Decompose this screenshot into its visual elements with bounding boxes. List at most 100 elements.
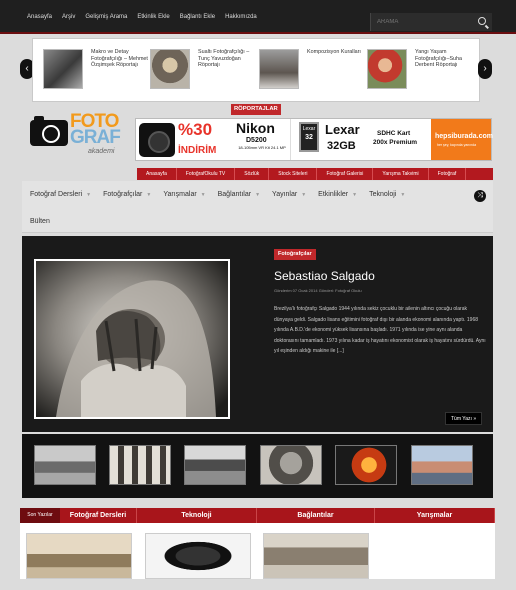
carousel-item-title: Yangı Yaşam Fotoğrafçılığı–Suha Derbent … bbox=[415, 49, 463, 69]
sd-card-icon: Lexar 32 bbox=[299, 122, 319, 152]
carousel-item[interactable]: Makro ve Detay Fotoğrafçılığı – Mehmet Ö… bbox=[43, 49, 153, 97]
ad-lexar-type: SDHC Kart bbox=[377, 130, 411, 137]
strip-thumbnail[interactable] bbox=[34, 445, 96, 485]
nav-newsletter[interactable]: Bülten bbox=[30, 218, 50, 225]
nav-label: Fotoğrafçılar bbox=[103, 191, 143, 198]
ad-discount-percent: %30 bbox=[178, 120, 213, 139]
chevron-down-icon: ▼ bbox=[86, 192, 92, 198]
section-label: RÖPORTAJLAR bbox=[231, 104, 281, 115]
sd-card-size: 32 bbox=[305, 134, 313, 141]
chevron-down-icon: ▼ bbox=[400, 192, 406, 198]
rednav-contest-calendar[interactable]: Yarışma Takvimi bbox=[373, 168, 429, 180]
read-more-button[interactable]: Tüm Yazı » bbox=[445, 412, 483, 425]
logo-wordmark: FOTO GRAF bbox=[70, 112, 121, 147]
nav-technology[interactable]: Teknoloji ▼ bbox=[369, 191, 405, 198]
rednav-tv[interactable]: FotoğrafOkulu TV bbox=[177, 168, 236, 180]
carousel-item[interactable]: Yangı Yaşam Fotoğrafçılığı–Suha Derbent … bbox=[367, 49, 477, 97]
ad-lexar-speed: 200x Premium bbox=[373, 139, 418, 146]
strip-thumbnail[interactable] bbox=[411, 445, 473, 485]
topnav-archive[interactable]: Arşiv bbox=[62, 14, 75, 20]
featured-photo bbox=[36, 261, 228, 417]
post-thumbnail[interactable] bbox=[263, 533, 369, 579]
topnav-advanced-search[interactable]: Gelişmiş Arama bbox=[85, 14, 127, 20]
interview-carousel: Makro ve Detay Fotoğrafçılığı – Mehmet Ö… bbox=[32, 38, 480, 102]
site-logo[interactable]: FOTO GRAF akademi bbox=[30, 112, 130, 162]
ad-lexar-size: 32GB bbox=[327, 140, 356, 152]
nav-label: Teknoloji bbox=[369, 191, 397, 198]
nav-label: Yarışmalar bbox=[163, 191, 197, 198]
carousel-item-title: Makro ve Detay Fotoğrafçılığı – Mehmet Ö… bbox=[91, 49, 148, 69]
carousel-item-title: Kompozisyon Kuralları bbox=[307, 49, 361, 55]
carousel-item-title: Sualtı Fotoğrafçılığı – Tunç Yavuzdoğan … bbox=[198, 49, 250, 69]
post-thumbnail[interactable] bbox=[26, 533, 132, 579]
rednav-stock-sites[interactable]: Stock Siteleri bbox=[269, 168, 318, 180]
featured-image[interactable] bbox=[34, 259, 230, 419]
featured-excerpt: Brezilya'lı fotoğrafçı Salgado 1944 yılı… bbox=[274, 306, 486, 354]
featured-article: Fotoğrafçılar Sebastiao Salgado Gönderim… bbox=[22, 236, 493, 432]
ad-shop-name: hepsiburada.com bbox=[435, 133, 493, 140]
rednav-photo[interactable]: Fotoğraf bbox=[429, 168, 467, 180]
search-box bbox=[370, 13, 492, 31]
category-tabs: Son Yazılar Fotoğraf Dersleri Teknoloji … bbox=[20, 508, 495, 523]
featured-thumbnail-strip bbox=[22, 434, 493, 498]
nav-photographers[interactable]: Fotoğrafçılar ▼ bbox=[103, 191, 151, 198]
nav-contests[interactable]: Yarışmalar ▼ bbox=[163, 191, 205, 198]
nav-links[interactable]: Bağlantılar ▼ bbox=[218, 191, 260, 198]
search-input[interactable] bbox=[371, 13, 471, 31]
carousel-thumbnail bbox=[43, 49, 83, 89]
top-nav: Anasayfa Arşiv Gelişmiş Arama Etkinlik E… bbox=[27, 14, 257, 20]
strip-thumbnail[interactable] bbox=[335, 445, 397, 485]
nav-publications[interactable]: Yayınlar ▼ bbox=[272, 191, 306, 198]
rednav-dictionary[interactable]: Sözlük bbox=[235, 168, 270, 180]
shuffle-icon[interactable]: ⤨ bbox=[474, 190, 486, 202]
tab-photo-lessons[interactable]: Fotoğraf Dersleri bbox=[60, 508, 137, 523]
tab-recent-posts[interactable]: Son Yazılar bbox=[20, 508, 60, 523]
search-icon[interactable] bbox=[478, 17, 486, 25]
ad-nikon-spec: 18-105mm VR Kit 24.1 MP bbox=[238, 145, 286, 150]
nav-label: Yayınlar bbox=[272, 191, 298, 198]
ad-shop[interactable]: hepsiburada.com her şey, kapında yanında bbox=[431, 119, 493, 160]
carousel-thumbnail bbox=[367, 49, 407, 89]
ad-lexar-brand: Lexar bbox=[325, 122, 360, 137]
ad-discount-label: İNDİRİM bbox=[178, 145, 217, 156]
ad-nikon[interactable]: %30 İNDİRİM Nikon D5200 18-105mm VR Kit … bbox=[136, 119, 291, 160]
chevron-down-icon: ▼ bbox=[200, 192, 206, 198]
topnav-about[interactable]: Hakkımızda bbox=[225, 14, 257, 20]
nav-label: Etkinlikler bbox=[318, 191, 349, 198]
ad-nikon-brand: Nikon bbox=[236, 120, 275, 136]
carousel-item[interactable]: Kompozisyon Kuralları bbox=[259, 49, 369, 97]
topnav-add-event[interactable]: Etkinlik Ekle bbox=[137, 14, 169, 20]
ad-banner[interactable]: %30 İNDİRİM Nikon D5200 18-105mm VR Kit … bbox=[135, 118, 493, 161]
ad-shop-tagline: her şey, kapında yanında bbox=[437, 143, 477, 147]
nav-label: Bağlantılar bbox=[217, 191, 252, 198]
main-nav: Fotoğraf Dersleri ▼ Fotoğrafçılar ▼ Yarışm… bbox=[22, 181, 493, 233]
carousel-thumbnail bbox=[259, 49, 299, 89]
strip-thumbnail[interactable] bbox=[109, 445, 171, 485]
dslr-camera-icon bbox=[139, 123, 175, 157]
nav-label: Fotoğraf Dersleri bbox=[30, 191, 83, 198]
rednav-home[interactable]: Anasayfa bbox=[137, 168, 177, 180]
secondary-nav: Anasayfa FotoğrafOkulu TV Sözlük Stock S… bbox=[137, 168, 493, 180]
tab-technology[interactable]: Teknoloji bbox=[137, 508, 257, 523]
featured-title[interactable]: Sebastiao Salgado bbox=[274, 269, 375, 283]
nav-events[interactable]: Etkinlikler ▼ bbox=[318, 191, 357, 198]
featured-meta: Gönderim 07 Ocak 2014 Gönderi: Fotoğraf … bbox=[274, 288, 362, 293]
rednav-gallery[interactable]: Fotoğraf Galerisi bbox=[317, 168, 374, 180]
topnav-add-link[interactable]: Bağlantı Ekle bbox=[180, 14, 215, 20]
camera-icon bbox=[30, 116, 68, 146]
top-bar: Anasayfa Arşiv Gelişmiş Arama Etkinlik E… bbox=[0, 0, 516, 34]
carousel-next-button[interactable]: › bbox=[478, 59, 492, 79]
strip-thumbnail[interactable] bbox=[184, 445, 246, 485]
logo-subtitle: akademi bbox=[88, 148, 115, 155]
carousel-item[interactable]: Sualtı Fotoğrafçılığı – Tunç Yavuzdoğan … bbox=[150, 49, 260, 97]
ad-lexar[interactable]: Lexar 32 Lexar 32GB SDHC Kart 200x Premi… bbox=[291, 119, 431, 160]
post-thumbnail[interactable] bbox=[145, 533, 251, 579]
tab-contests[interactable]: Yarışmalar bbox=[375, 508, 495, 523]
strip-thumbnail[interactable] bbox=[260, 445, 322, 485]
topnav-home[interactable]: Anasayfa bbox=[27, 14, 52, 20]
featured-category-badge[interactable]: Fotoğrafçılar bbox=[274, 249, 316, 260]
sd-card-brand: Lexar bbox=[302, 126, 316, 132]
tab-links[interactable]: Bağlantılar bbox=[257, 508, 375, 523]
chevron-down-icon: ▼ bbox=[146, 192, 152, 198]
nav-photo-lessons[interactable]: Fotoğraf Dersleri ▼ bbox=[30, 191, 91, 198]
